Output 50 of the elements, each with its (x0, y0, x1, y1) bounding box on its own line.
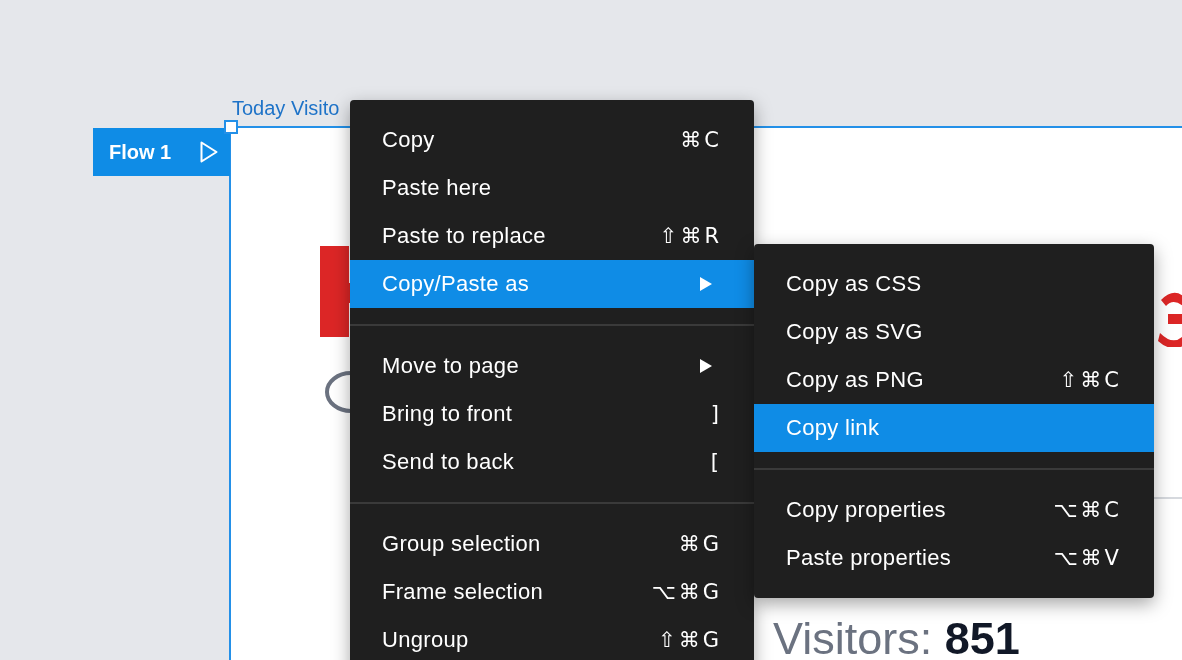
subtitle-fragment-drawing (325, 371, 352, 413)
menu-item[interactable]: Send to back [ (350, 438, 754, 486)
menu-item-label: Copy as CSS (786, 271, 922, 297)
menu-item-label: Copy properties (786, 497, 946, 523)
menu-item[interactable]: Frame selection ⌥⌘G (350, 568, 754, 616)
shortcut-label: ⇧⌘R (659, 224, 722, 248)
menu-item-label: Paste here (382, 175, 492, 201)
shortcut-label: ⌥⌘V (1053, 546, 1122, 570)
resize-handle[interactable] (224, 120, 238, 134)
menu-item-label: Move to page (382, 353, 519, 379)
frame-label[interactable]: Today Visito (232, 98, 340, 118)
menu-item-label: Copy as PNG (786, 367, 924, 393)
menu-item[interactable]: Group selection ⌘G (350, 520, 754, 568)
menu-item[interactable]: Bring to front ] (350, 390, 754, 438)
shortcut-label: ⌥⌘G (651, 580, 722, 604)
menu-item[interactable]: Paste properties ⌥⌘V (754, 534, 1154, 582)
menu-item-label: Ungroup (382, 627, 469, 653)
menu-item-label: Copy as SVG (786, 319, 923, 345)
menu-item[interactable]: Copy/Paste as (350, 260, 754, 308)
menu-item[interactable]: Copy properties ⌥⌘C (754, 486, 1154, 534)
menu-item[interactable]: Paste to replace ⇧⌘R (350, 212, 754, 260)
flow-label: Flow 1 (109, 140, 172, 164)
menu-item-label: Group selection (382, 531, 541, 557)
play-icon (200, 141, 218, 163)
menu-item[interactable]: Ungroup ⇧⌘G (350, 616, 754, 660)
menu-item[interactable]: Copy as PNG ⇧⌘C (754, 356, 1154, 404)
shortcut-label: ⇧⌘G (658, 628, 722, 652)
menu-item[interactable]: Copy link (754, 404, 1154, 452)
shortcut-label: [ (710, 450, 722, 474)
shortcut-label: ⌥⌘C (1053, 498, 1122, 522)
shortcut-label: ⌘C (680, 128, 722, 152)
menu-item[interactable]: Move to page (350, 342, 754, 390)
menu-item[interactable]: Copy ⌘C (350, 116, 754, 164)
shortcut-label: ] (710, 402, 722, 426)
heading-fragment-drawing (1158, 292, 1182, 347)
flow-tag[interactable]: Flow 1 (93, 128, 230, 176)
menu-item[interactable]: Paste here (350, 164, 754, 212)
menu-item[interactable]: Copy as CSS (754, 260, 1154, 308)
menu-item-label: Frame selection (382, 579, 543, 605)
shortcut-label: ⇧⌘C (1059, 368, 1122, 392)
menu-item[interactable]: Copy as SVG (754, 308, 1154, 356)
menu-item-label: Copy/Paste as (382, 271, 529, 297)
shortcut-label: ⌘G (678, 532, 722, 556)
menu-item-label: Send to back (382, 449, 515, 475)
menu-item-label: Paste to replace (382, 223, 546, 249)
menu-item-label: Copy link (786, 415, 880, 441)
visitors-stat: Visitors: 851 (773, 616, 1020, 660)
menu-item-label: Bring to front (382, 401, 513, 427)
menu-item-label: Paste properties (786, 545, 951, 571)
menu-item-label: Copy (382, 127, 435, 153)
